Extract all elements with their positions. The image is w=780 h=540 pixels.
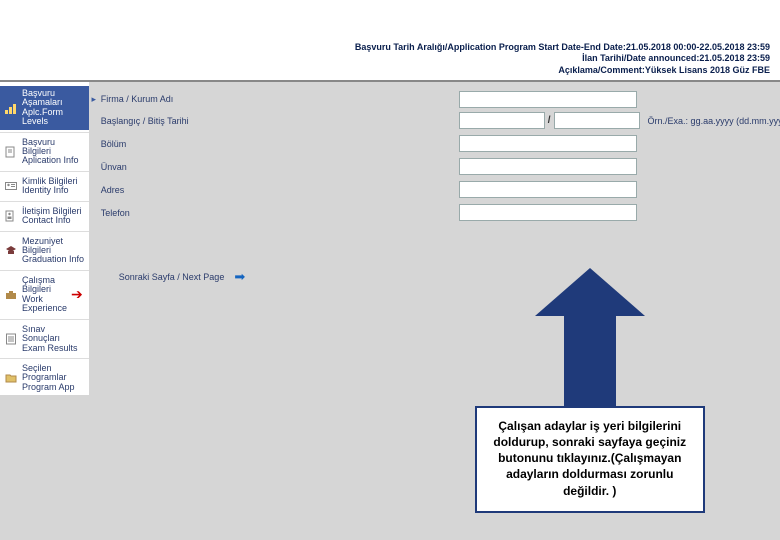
sidebar-item-label: Seçilen Programlar Program App — [22, 364, 85, 392]
end-date-input[interactable] — [554, 112, 640, 129]
levels-icon — [4, 101, 18, 115]
sidebar-item-graduation-info[interactable]: Mezuniyet Bilgileri Graduation Info — [0, 234, 89, 268]
arrow-right-blue-icon: ➡ — [234, 269, 245, 285]
header-line-1: Başvuru Tarih Aralığı/Application Progra… — [0, 42, 770, 53]
sidebar-item-label: Başvuru Bilgileri Aplication Info — [22, 138, 85, 166]
folder-icon — [4, 371, 18, 385]
document-icon — [4, 145, 18, 159]
header-line-2: İlan Tarihi/Date announced:21.05.2018 23… — [0, 53, 770, 64]
sidebar-item-identity-info[interactable]: Kimlik Bilgileri Identity Info — [0, 174, 89, 199]
date-separator: / — [547, 115, 552, 126]
sidebar-item-label: Sınav Sonuçları Exam Results — [22, 325, 85, 353]
sidebar-item-label: İletişim Bilgileri Contact Info — [22, 207, 82, 226]
title-input[interactable] — [459, 158, 637, 175]
next-page-label: Sonraki Sayfa / Next Page — [89, 272, 225, 282]
sidebar: Başvuru Aşamaları Aplc.Form Levels Başvu… — [0, 82, 89, 396]
row-dept: Bölüm — [89, 134, 780, 154]
arrow-right-icon: ➔ — [71, 287, 85, 302]
date-hint: Örn./Exa.: gg.aa.yyyy (dd.mm.yyyy) — [648, 116, 780, 126]
sidebar-item-label: Kimlik Bilgileri Identity Info — [22, 177, 78, 196]
dates-label: Başlangıç / Bitiş Tarihi — [99, 116, 209, 126]
company-label: Firma / Kurum Adı — [99, 94, 209, 104]
graduation-icon — [4, 244, 18, 258]
sidebar-item-work-experience[interactable]: Çalışma Bilgileri Work Experience ➔ — [0, 273, 89, 317]
briefcase-icon — [4, 288, 18, 302]
phone-input[interactable] — [459, 204, 637, 221]
arrow-up-icon — [475, 268, 705, 406]
main-form: ▸ Firma / Kurum Adı Başlangıç / Bitiş Ta… — [89, 82, 780, 396]
sidebar-item-program-app[interactable]: Seçilen Programlar Program App — [0, 361, 89, 395]
row-phone: Telefon — [89, 203, 780, 223]
sidebar-item-exam-results[interactable]: Sınav Sonuçları Exam Results — [0, 322, 89, 356]
company-input[interactable] — [459, 91, 637, 108]
sidebar-item-form-levels[interactable]: Başvuru Aşamaları Aplc.Form Levels — [0, 86, 89, 130]
start-date-input[interactable] — [459, 112, 545, 129]
row-dates: Başlangıç / Bitiş Tarihi / Örn./Exa.: gg… — [89, 111, 780, 131]
address-input[interactable] — [459, 181, 637, 198]
dept-input[interactable] — [459, 135, 637, 152]
header-line-3: Açıklama/Comment:Yüksek Lisans 2018 Güz … — [0, 65, 770, 76]
sidebar-item-label: Başvuru Aşamaları Aplc.Form Levels — [22, 89, 85, 127]
title-label: Ünvan — [99, 162, 209, 172]
bullet-icon: ▸ — [89, 94, 99, 105]
phone-label: Telefon — [99, 208, 209, 218]
id-card-icon — [4, 179, 18, 193]
dept-label: Bölüm — [99, 139, 209, 149]
row-title: Ünvan — [89, 157, 780, 177]
callout: Çalışan adaylar iş yeri bilgilerini dold… — [475, 268, 705, 513]
sidebar-item-label: Çalışma Bilgileri Work Experience — [22, 276, 67, 314]
sidebar-item-application-info[interactable]: Başvuru Bilgileri Aplication Info — [0, 135, 89, 169]
results-icon — [4, 332, 18, 346]
sidebar-item-contact-info[interactable]: İletişim Bilgileri Contact Info — [0, 204, 89, 229]
address-label: Adres — [99, 185, 209, 195]
callout-text: Çalışan adaylar iş yeri bilgilerini dold… — [475, 406, 705, 513]
row-company: ▸ Firma / Kurum Adı — [89, 88, 780, 108]
contact-icon — [4, 209, 18, 223]
header-band: Başvuru Tarih Aralığı/Application Progra… — [0, 40, 780, 80]
row-address: Adres — [89, 180, 780, 200]
sidebar-item-label: Mezuniyet Bilgileri Graduation Info — [22, 237, 85, 265]
